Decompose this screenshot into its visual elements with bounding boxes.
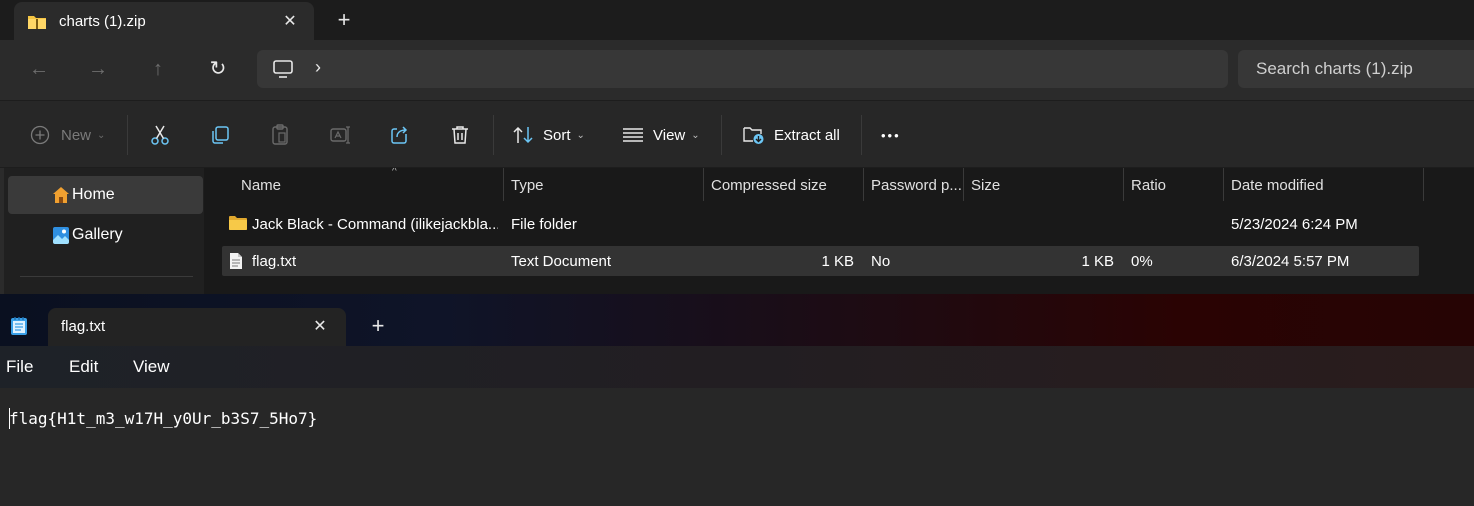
- plus-circle-icon: [30, 125, 50, 145]
- file-type: Text Document: [511, 253, 612, 270]
- sort-arrows-icon: [513, 126, 533, 144]
- chevron-down-icon: ⌄: [691, 129, 700, 141]
- sort-button-label: Sort: [543, 126, 571, 144]
- sort-button[interactable]: Sort ⌄: [512, 117, 585, 153]
- up-arrow-icon[interactable]: ↑: [141, 52, 175, 86]
- rename-icon: [330, 126, 350, 144]
- more-options-icon[interactable]: •••: [881, 117, 901, 153]
- this-pc-icon: [273, 60, 293, 78]
- back-arrow-icon[interactable]: ←: [22, 52, 56, 86]
- paste-icon: [272, 124, 288, 145]
- search-input[interactable]: Search charts (1).zip: [1238, 50, 1474, 88]
- share-icon: [391, 126, 408, 144]
- sidebar-item-home-label: Home: [72, 186, 115, 203]
- toolbar-divider: [861, 115, 862, 155]
- new-button[interactable]: New ⌄: [30, 117, 105, 153]
- text-file-icon: [230, 253, 242, 269]
- explorer-tab-strip: charts (1).zip ✕ +: [0, 0, 1474, 42]
- scissors-icon: [151, 125, 169, 145]
- explorer-tab[interactable]: charts (1).zip ✕: [14, 2, 314, 42]
- chevron-down-icon: ⌄: [97, 129, 106, 141]
- folder-icon: [229, 216, 247, 230]
- extract-all-button[interactable]: Extract all: [743, 117, 840, 153]
- copy-icon: [212, 126, 229, 144]
- file-type: File folder: [511, 216, 577, 233]
- trash-icon: [452, 126, 468, 144]
- share-button[interactable]: [390, 117, 410, 153]
- view-button-label: View: [653, 126, 686, 144]
- menu-edit[interactable]: Edit: [69, 357, 98, 377]
- column-header-ratio[interactable]: Ratio: [1124, 168, 1224, 201]
- column-header-type[interactable]: Type: [504, 168, 704, 201]
- address-bar[interactable]: ›: [257, 50, 1228, 88]
- explorer-navigation-bar: ← → ↑ ↻ › Search charts (1).zip: [0, 40, 1474, 100]
- file-explorer-window: charts (1).zip ✕ + ← → ↑ ↻ › Search char…: [0, 0, 1474, 294]
- notepad-tab-title: flag.txt: [61, 318, 106, 335]
- column-header-name-label: Name: [241, 177, 282, 194]
- close-tab-icon[interactable]: ✕: [306, 313, 334, 341]
- sidebar-divider: [20, 276, 193, 277]
- column-header-size[interactable]: Size: [964, 168, 1124, 201]
- table-row[interactable]: Jack Black - Command (ilikejackbla... Fi…: [222, 209, 1419, 239]
- zip-folder-icon: [28, 16, 46, 29]
- delete-button[interactable]: [450, 117, 470, 153]
- cut-button[interactable]: [150, 117, 170, 153]
- toolbar-divider: [127, 115, 128, 155]
- extract-all-label: Extract all: [774, 126, 840, 144]
- search-placeholder: Search charts (1).zip: [1256, 59, 1413, 78]
- gallery-icon: [53, 227, 69, 244]
- notepad-menu-bar: File Edit View: [0, 346, 1474, 388]
- column-header-name[interactable]: Name ^: [234, 168, 504, 201]
- file-name: flag.txt: [252, 253, 297, 270]
- column-header-date-modified[interactable]: Date modified: [1224, 168, 1424, 201]
- sidebar-item-gallery[interactable]: Gallery: [8, 216, 203, 254]
- text-editor-area[interactable]: flag{H1t_m3_w17H_y0Ur_b3S7_5Ho7}: [0, 388, 1474, 506]
- file-compressed-size: 1 KB: [821, 253, 854, 270]
- home-icon: [53, 187, 69, 203]
- explorer-content: Home Gallery Name ^ Type Compressed size…: [0, 168, 1474, 294]
- new-button-label: New: [61, 126, 92, 144]
- view-lines-icon: [623, 128, 643, 142]
- extract-folder-icon: [743, 127, 764, 144]
- file-ratio: 0%: [1131, 253, 1153, 270]
- breadcrumb-chevron-icon[interactable]: ›: [315, 57, 321, 78]
- column-header-password[interactable]: Password p...: [864, 168, 964, 201]
- file-name: Jack Black - Command (ilikejackbla...: [252, 216, 498, 233]
- copy-button[interactable]: [210, 117, 230, 153]
- close-tab-icon[interactable]: ✕: [276, 8, 304, 36]
- view-button[interactable]: View ⌄: [622, 117, 700, 153]
- forward-arrow-icon[interactable]: →: [81, 52, 115, 86]
- notepad-tab-strip: flag.txt ✕ +: [0, 294, 1474, 346]
- file-size: 1 KB: [1081, 253, 1114, 270]
- notepad-app-icon: [11, 317, 27, 335]
- column-header-compressed-size[interactable]: Compressed size: [704, 168, 864, 201]
- new-tab-button[interactable]: +: [364, 312, 392, 340]
- file-date: 6/3/2024 5:57 PM: [1231, 253, 1350, 270]
- notepad-tab[interactable]: flag.txt ✕: [48, 308, 346, 346]
- rename-button[interactable]: [330, 117, 352, 153]
- menu-view[interactable]: View: [133, 357, 170, 377]
- chevron-down-icon: ⌄: [576, 129, 585, 141]
- sort-ascending-icon: ^: [392, 168, 397, 177]
- toolbar-divider: [721, 115, 722, 155]
- notepad-window: flag.txt ✕ + File Edit View flag{H1t_m3_…: [0, 294, 1474, 506]
- menu-file[interactable]: File: [6, 357, 33, 377]
- file-password: No: [871, 253, 891, 270]
- table-row[interactable]: flag.txt Text Document 1 KB No 1 KB 0% 6…: [222, 246, 1419, 276]
- editor-content: flag{H1t_m3_w17H_y0Ur_b3S7_5Ho7}: [9, 409, 318, 428]
- command-bar: New ⌄ Sort ⌄ View ⌄ Extract all •••: [0, 100, 1474, 168]
- sidebar-item-gallery-label: Gallery: [72, 226, 123, 243]
- new-tab-button[interactable]: +: [330, 6, 358, 34]
- sidebar-item-home[interactable]: Home: [8, 176, 203, 214]
- paste-button[interactable]: [270, 117, 290, 153]
- toolbar-divider: [493, 115, 494, 155]
- file-date: 5/23/2024 6:24 PM: [1231, 216, 1358, 233]
- navigation-pane: Home Gallery: [0, 168, 204, 294]
- file-list: Name ^ Type Compressed size Password p..…: [204, 168, 1474, 294]
- explorer-tab-title: charts (1).zip: [59, 13, 146, 30]
- refresh-icon[interactable]: ↻: [201, 52, 235, 86]
